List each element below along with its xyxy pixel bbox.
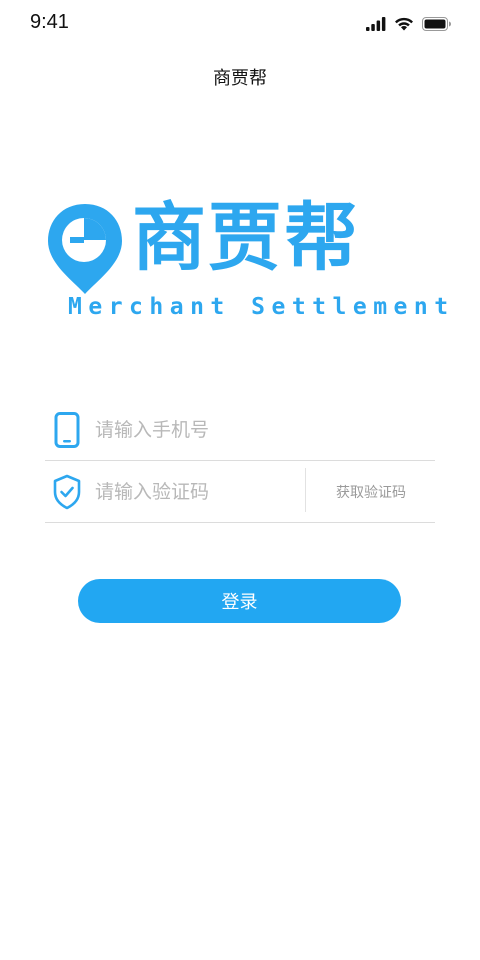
app-logo: 商贾帮 Merchant Settlement bbox=[40, 195, 455, 324]
page-title: 商贾帮 bbox=[213, 68, 267, 89]
status-time: 9:41 bbox=[30, 11, 69, 33]
shield-check-icon bbox=[53, 474, 81, 510]
login-button[interactable]: 登录 bbox=[78, 579, 401, 623]
wifi-icon bbox=[395, 17, 413, 31]
get-code-button[interactable]: 获取验证码 bbox=[307, 482, 435, 502]
battery-icon bbox=[422, 17, 451, 31]
field-divider bbox=[305, 468, 306, 512]
login-button-label: 登录 bbox=[221, 592, 258, 613]
status-icons bbox=[366, 16, 452, 32]
logo-chinese-text: 商贾帮 bbox=[132, 195, 360, 281]
location-pin-logo-icon bbox=[48, 204, 122, 294]
phone-field bbox=[45, 400, 435, 461]
status-bar: 9:41 bbox=[0, 0, 480, 46]
phone-input[interactable] bbox=[95, 414, 295, 446]
phone-icon bbox=[54, 412, 80, 448]
signal-icon bbox=[366, 17, 386, 31]
verification-code-input[interactable] bbox=[95, 476, 295, 508]
logo-english-text: Merchant Settlement bbox=[68, 294, 455, 320]
verification-code-field: 获取验证码 bbox=[45, 462, 435, 523]
